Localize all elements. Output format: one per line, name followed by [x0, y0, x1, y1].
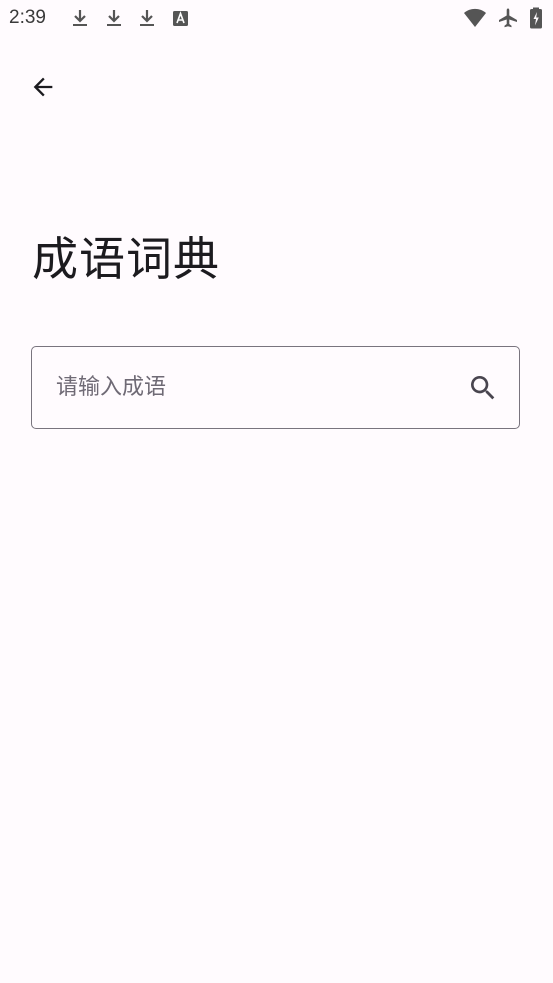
download-icon [140, 10, 154, 26]
status-bar: 2:39 [0, 0, 553, 38]
airplane-mode-icon [499, 8, 517, 28]
back-button[interactable] [22, 66, 64, 108]
text-a-icon [173, 11, 188, 26]
search-icon[interactable] [467, 372, 499, 404]
page-title: 成语词典 [32, 232, 220, 286]
download-icon [73, 10, 87, 26]
wifi-icon [464, 8, 486, 27]
status-time: 2:39 [9, 7, 46, 28]
download-icon [107, 10, 121, 26]
battery-charging-icon [530, 7, 542, 29]
search-input[interactable] [56, 347, 456, 427]
arrow-back-icon [33, 77, 53, 97]
search-field[interactable] [31, 346, 520, 429]
